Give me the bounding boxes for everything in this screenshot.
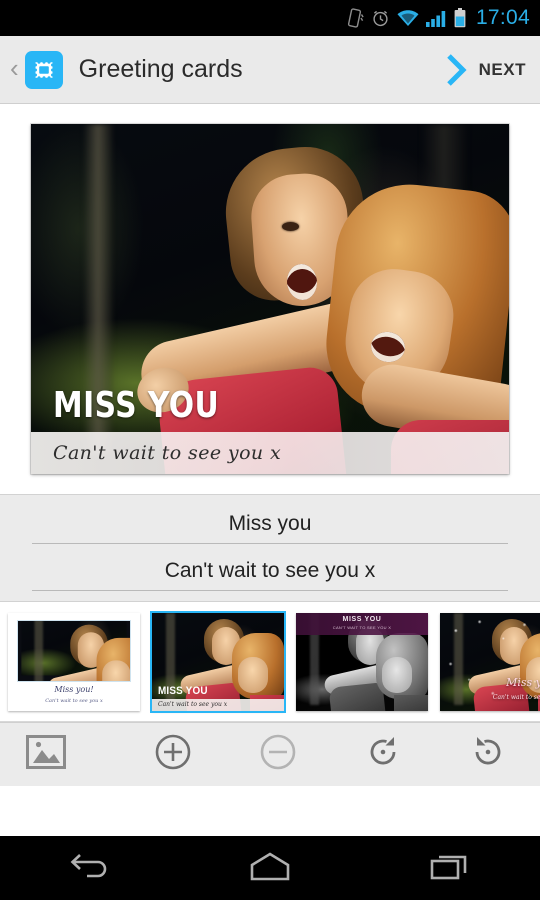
template-thumbnail-strip[interactable]: Miss you! Can't wait to see you x MISS Y…	[0, 602, 540, 722]
card-caption-band: Can't wait to see you x	[31, 432, 509, 474]
minus-circle-icon	[259, 733, 297, 776]
status-bar-clock: 17:04	[475, 6, 530, 29]
up-back-chevron-icon[interactable]: ‹	[8, 55, 25, 85]
thumbnail-header-band: MISS YOU CAN'T WAIT TO SEE YOU X	[296, 612, 428, 635]
thumbnail-caption: Can't wait to see you x	[45, 697, 103, 704]
plus-circle-icon	[154, 733, 192, 776]
recents-nav-button[interactable]	[360, 851, 540, 886]
android-navigation-bar	[0, 836, 540, 900]
phone-screen: 17:04 ‹ Greeting cards NEXT MISS YOU Can…	[0, 0, 540, 900]
headline-field-wrapper	[32, 503, 508, 544]
card-preview-stage: MISS YOU Can't wait to see you x	[0, 104, 540, 494]
card-headline: MISS YOU	[53, 385, 220, 426]
thumbnail-template-bottom-band[interactable]: MISS YOU Can't wait to see you x	[150, 610, 286, 713]
battery-icon	[454, 8, 466, 28]
thumbnail-template-snow[interactable]: Miss you! Can't wait to see you x	[440, 612, 540, 711]
rotate-left-button[interactable]	[435, 723, 540, 786]
thumbnail-caption: Can't wait to see you x	[158, 700, 228, 708]
headline-input[interactable]	[32, 503, 508, 544]
image-icon	[26, 735, 66, 774]
card-preview[interactable]: MISS YOU Can't wait to see you x	[31, 124, 509, 474]
wifi-icon	[397, 9, 419, 27]
thumbnail-template-purple-mono[interactable]: MISS YOU CAN'T WAIT TO SEE YOU X	[296, 612, 428, 711]
page-title: Greeting cards	[78, 55, 243, 83]
thumbnail-headline: MISS YOU	[342, 615, 382, 623]
thumbnail-headline: MISS YOU	[158, 684, 208, 697]
thumbnail-template-white-frame[interactable]: Miss you! Can't wait to see you x	[8, 612, 140, 711]
rotate-right-button[interactable]	[330, 723, 435, 786]
rotate-left-icon	[469, 733, 507, 776]
next-chevron-icon[interactable]	[443, 53, 471, 87]
caption-field-wrapper	[32, 550, 508, 591]
choose-photo-button[interactable]	[0, 723, 120, 786]
recents-icon	[428, 851, 472, 886]
card-caption: Can't wait to see you x	[53, 442, 282, 464]
text-fields-section	[0, 494, 540, 602]
thumbnail-caption: Can't wait to see you x	[492, 693, 540, 701]
vibrate-icon	[346, 7, 364, 29]
back-nav-button[interactable]	[0, 849, 180, 888]
greeting-card-stamp-icon[interactable]	[24, 50, 63, 89]
thumbnail-headline: Miss you!	[54, 684, 94, 694]
action-bar: ‹ Greeting cards NEXT	[0, 36, 540, 104]
back-arrow-icon	[67, 849, 113, 888]
caption-input[interactable]	[32, 550, 508, 591]
status-bar: 17:04	[0, 0, 540, 36]
zoom-in-button[interactable]	[120, 723, 225, 786]
thumbnail-caption: CAN'T WAIT TO SEE YOU X	[332, 624, 392, 630]
alarm-icon	[371, 9, 390, 28]
next-button[interactable]: NEXT	[479, 60, 526, 80]
home-nav-button[interactable]	[180, 851, 360, 886]
cellular-signal-icon	[425, 10, 447, 27]
editor-toolbar	[0, 722, 540, 786]
home-icon	[248, 851, 292, 886]
thumbnail-caption-band: Can't wait to see you x	[152, 698, 284, 711]
zoom-out-button[interactable]	[225, 723, 330, 786]
thumbnail-headline: Miss you!	[506, 675, 540, 689]
rotate-right-icon	[364, 733, 402, 776]
